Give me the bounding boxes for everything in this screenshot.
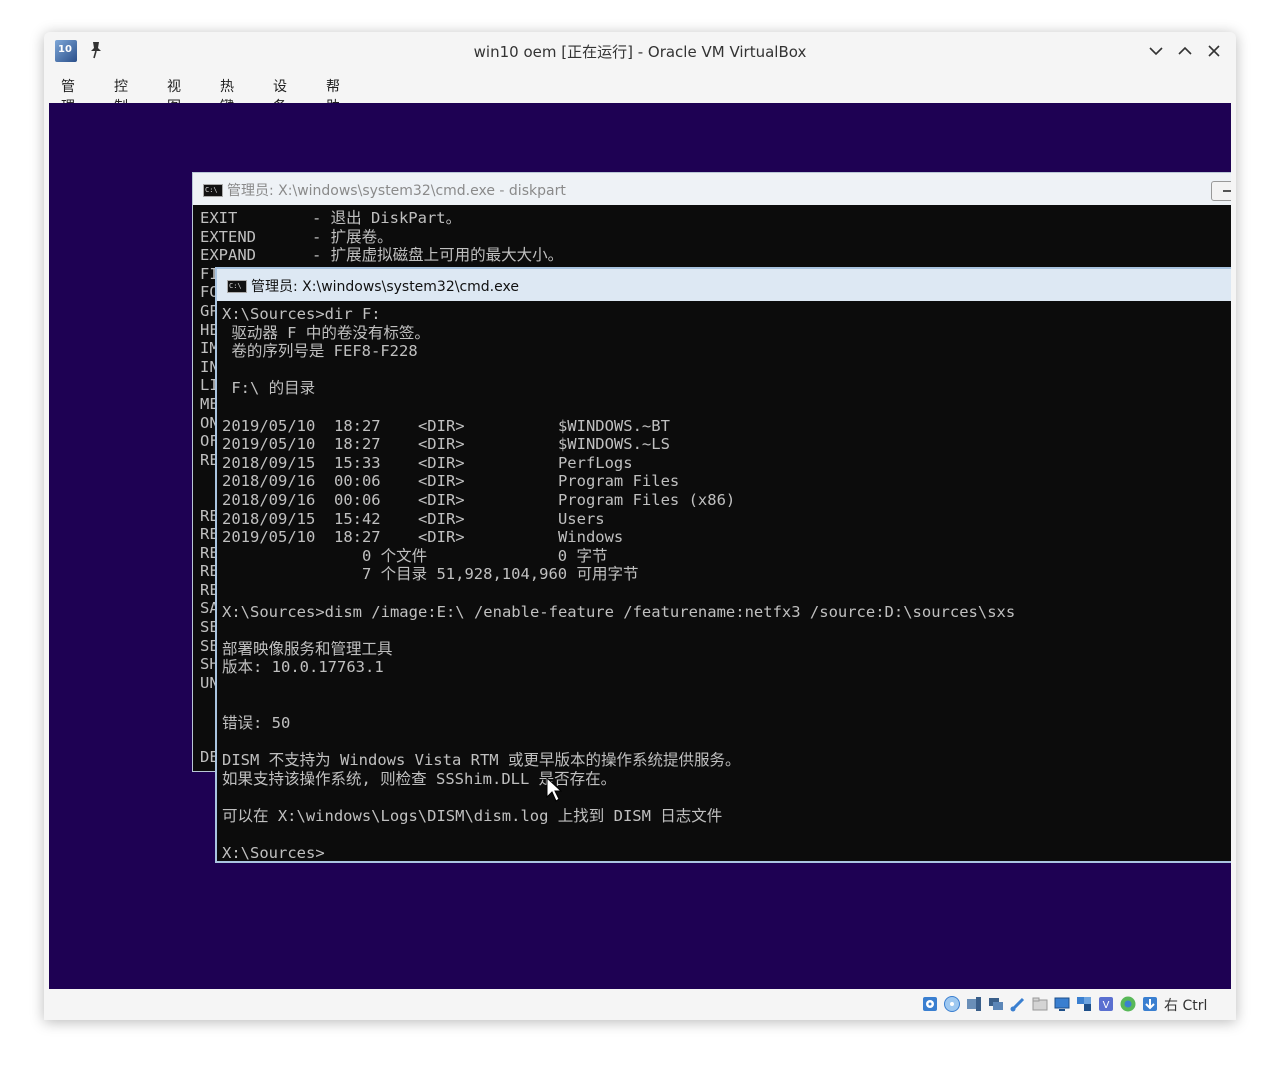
console-line: 2019/05/10 18:27 <DIR> $WINDOWS.~BT: [222, 416, 670, 435]
console-line: 2019/05/10 18:27 <DIR> Windows: [222, 528, 624, 547]
cmd-active-title: 管理员: X:\windows\system32\cmd.exe: [251, 279, 519, 295]
console-line: X:\Sources>: [222, 844, 325, 863]
usb-icon[interactable]: [1009, 995, 1027, 1013]
optical-disk-icon[interactable]: [943, 995, 961, 1013]
console-line: 2018/09/16 00:06 <DIR> Program Files: [222, 472, 680, 491]
network-icon[interactable]: [987, 995, 1005, 1013]
keyboard-capture-icon[interactable]: [1141, 995, 1159, 1013]
console-line: EXTEND - 扩展卷。: [200, 227, 393, 246]
host-key-label[interactable]: 右 Ctrl: [1164, 995, 1207, 1015]
display-icon[interactable]: [1053, 995, 1071, 1013]
console-line: EXPAND - 扩展虚拟磁盘上可用的最大大小。: [200, 246, 564, 265]
cmd-active-titlebar[interactable]: C:\ 管理员: X:\windows\system32\cmd.exe: [217, 269, 1231, 301]
console-line: 2019/05/10 18:27 <DIR> $WINDOWS.~LS: [222, 435, 670, 454]
console-line: 卷的序列号是 FEF8-F228: [222, 342, 418, 361]
hard-disk-icon[interactable]: [921, 995, 939, 1013]
title-bar[interactable]: 10 win10 oem [正在运行] - Oracle VM VirtualB…: [44, 32, 1236, 70]
console-line: 驱动器 F 中的卷没有标签。: [222, 323, 430, 342]
console-line: EXIT - 退出 DiskPart。: [200, 209, 462, 227]
console-line: 错误: 50: [222, 714, 291, 733]
cmd-icon: C:\: [203, 184, 223, 197]
console-line: 可以在 X:\windows\Logs\DISM\dism.log 上找到 DI…: [222, 807, 723, 826]
shared-folder-icon[interactable]: [1031, 995, 1049, 1013]
console-line: 2018/09/15 15:42 <DIR> Users: [222, 509, 605, 528]
audio-icon[interactable]: [965, 995, 983, 1013]
console-line: 2018/09/15 15:33 <DIR> PerfLogs: [222, 453, 633, 472]
console-line: 版本: 10.0.17763.1: [222, 658, 384, 677]
video-capture-icon[interactable]: [1075, 995, 1093, 1013]
close-icon[interactable]: [1204, 41, 1224, 61]
virtualbox-window: 10 win10 oem [正在运行] - Oracle VM VirtualB…: [44, 32, 1236, 1020]
cmd-console-output[interactable]: X:\Sources>dir F: 驱动器 F 中的卷没有标签。 卷的序列号是 …: [222, 305, 1016, 863]
console-line: 0 个文件 0 字节: [222, 546, 608, 565]
console-line: X:\Sources>dir F:: [222, 305, 381, 323]
maximize-chevron-icon[interactable]: [1175, 41, 1195, 61]
svg-text:V: V: [1103, 1000, 1110, 1011]
minimize-button[interactable]: [1211, 181, 1231, 201]
minimize-chevron-icon[interactable]: [1146, 41, 1166, 61]
recording-icon[interactable]: V: [1097, 995, 1115, 1013]
cmd-diskpart-titlebar[interactable]: C:\ 管理员: X:\windows\system32\cmd.exe - d…: [193, 173, 1231, 205]
cmd-diskpart-title: 管理员: X:\windows\system32\cmd.exe - diskp…: [227, 183, 566, 199]
mouse-cursor-icon: [546, 777, 562, 802]
console-line: 部署映像服务和管理工具: [222, 639, 393, 658]
console-line: F:\ 的目录: [222, 379, 316, 398]
cpu-icon[interactable]: [1119, 995, 1137, 1013]
console-line: DISM 不支持为 Windows Vista RTM 或更早版本的操作系统提供…: [222, 751, 741, 770]
cmd-window-active[interactable]: C:\ 管理员: X:\windows\system32\cmd.exe X:\…: [215, 267, 1231, 863]
console-line: X:\Sources>dism /image:E:\ /enable-featu…: [222, 602, 1016, 621]
window-title: win10 oem [正在运行] - Oracle VM VirtualBox: [473, 43, 807, 61]
vm-display[interactable]: C:\ 管理员: X:\windows\system32\cmd.exe - d…: [49, 103, 1231, 989]
console-line: 7 个目录 51,928,104,960 可用字节: [222, 565, 639, 584]
cmd-icon: C:\: [227, 280, 247, 293]
console-line: 2018/09/16 00:06 <DIR> Program Files (x8…: [222, 490, 736, 509]
status-bar: V 右 Ctrl: [44, 990, 1236, 1020]
minimize-icon: [1223, 190, 1231, 192]
